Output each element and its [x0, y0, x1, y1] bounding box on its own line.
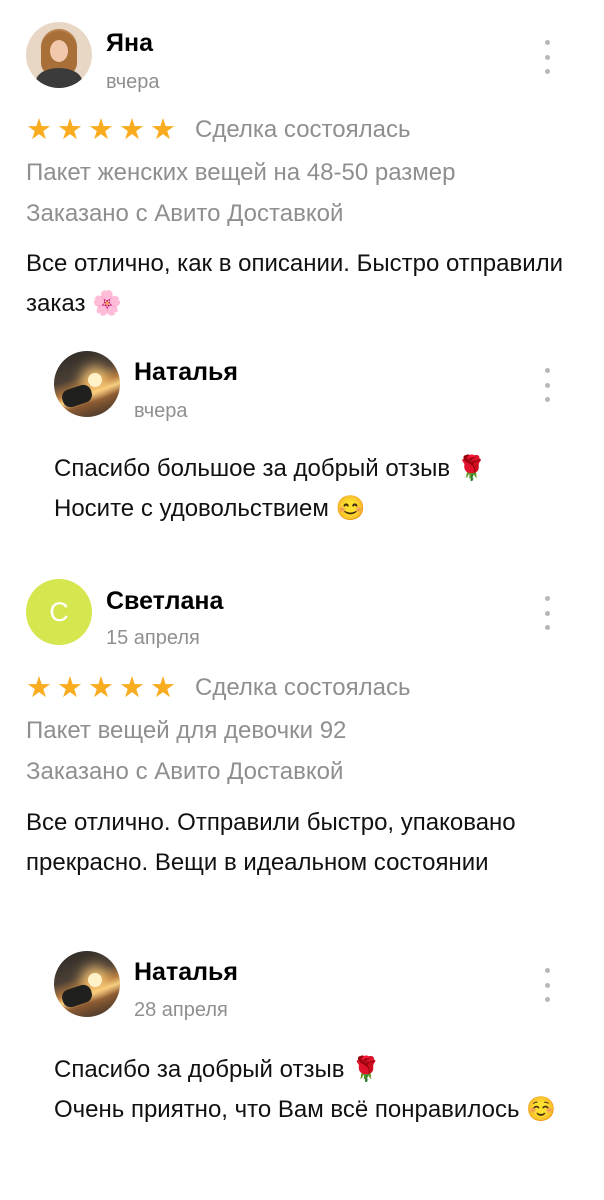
reply-text: Спасибо за добрый отзыв 🌹 Очень приятно,…	[54, 1050, 574, 1130]
more-options-icon[interactable]	[540, 968, 554, 1002]
avatar-svetlana[interactable]: С	[26, 579, 92, 645]
avatar-natalya[interactable]	[54, 351, 120, 417]
car-mirror-shape	[59, 982, 95, 1010]
reply-line: Спасибо большое за добрый отзыв 🌹	[54, 455, 487, 482]
more-options-icon[interactable]	[540, 596, 554, 630]
sunset-glow-shape	[88, 973, 102, 987]
star-icon: ★	[26, 672, 52, 704]
star-icon: ★	[26, 114, 52, 146]
deal-status: Сделка состоялась	[195, 116, 411, 143]
reply-author-name[interactable]: Наталья	[134, 957, 238, 987]
reply-line: Носите с удовольствием 😊	[54, 495, 366, 522]
reply-text: Спасибо большое за добрый отзыв 🌹 Носите…	[54, 449, 574, 529]
star-icon: ★	[88, 672, 114, 704]
star-icon: ★	[119, 672, 145, 704]
star-icon: ★	[150, 672, 176, 704]
rating-row: ★ ★ ★ ★ ★ Сделка состоялась	[26, 114, 410, 146]
avatar-face-shape	[50, 40, 68, 62]
reply-author-name[interactable]: Наталья	[134, 357, 238, 387]
reply-date: 28 апреля	[134, 999, 228, 1021]
avatar-shoulders-shape	[36, 68, 82, 88]
reply-line: Спасибо за добрый отзыв 🌹	[54, 1056, 381, 1083]
avatar-natalya[interactable]	[54, 951, 120, 1017]
reviewer-name[interactable]: Светлана	[106, 586, 223, 616]
star-icon: ★	[88, 114, 114, 146]
star-icon: ★	[57, 114, 83, 146]
review-date: 15 апреля	[106, 627, 200, 649]
rating-stars: ★ ★ ★ ★ ★	[26, 114, 181, 146]
deal-status: Сделка состоялась	[195, 674, 411, 701]
reviewed-item-title[interactable]: Пакет женских вещей на 48-50 размер	[26, 157, 455, 189]
star-icon: ★	[119, 114, 145, 146]
reviewer-name[interactable]: Яна	[106, 28, 153, 58]
sunset-glow-shape	[88, 373, 102, 387]
reply-line: Очень приятно, что Вам всё понравилось ☺…	[54, 1096, 557, 1123]
reviewed-item-title[interactable]: Пакет вещей для девочки 92	[26, 715, 346, 747]
review-text: Все отлично. Отправили быстро, упаковано…	[26, 809, 516, 876]
star-icon: ★	[150, 114, 176, 146]
rating-row: ★ ★ ★ ★ ★ Сделка состоялась	[26, 672, 410, 704]
avatar-yana[interactable]	[26, 22, 92, 88]
review-date: вчера	[106, 71, 160, 93]
rating-stars: ★ ★ ★ ★ ★	[26, 672, 181, 704]
reply-date: вчера	[134, 400, 188, 422]
car-mirror-shape	[59, 382, 95, 410]
star-icon: ★	[57, 672, 83, 704]
delivery-info: Заказано с Авито Доставкой	[26, 758, 344, 785]
more-options-icon[interactable]	[540, 368, 554, 402]
review-text: Все отлично, как в описании. Быстро отпр…	[26, 250, 564, 317]
delivery-info: Заказано с Авито Доставкой	[26, 200, 344, 227]
more-options-icon[interactable]	[540, 40, 554, 74]
